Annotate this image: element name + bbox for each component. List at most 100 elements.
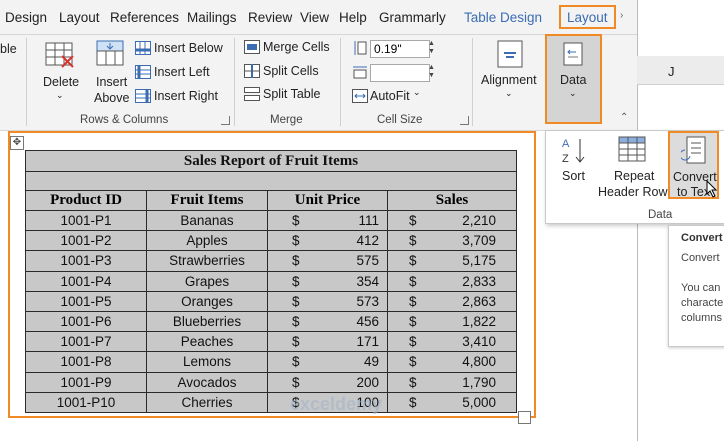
height-spinner-icon[interactable]: ▲ ▼	[428, 40, 438, 56]
tab-grammarly[interactable]: Grammarly	[379, 10, 446, 25]
cell-unit-price[interactable]: $49	[267, 351, 388, 373]
cell-sales[interactable]: $5,175	[387, 250, 517, 272]
tab-review[interactable]: Review	[248, 10, 292, 25]
insert-above-line2[interactable]: Above	[94, 91, 129, 105]
split-table-button[interactable]: Split Table	[263, 87, 320, 101]
repeat-header-rows-icon[interactable]	[618, 135, 648, 170]
split-cells-button[interactable]: Split Cells	[263, 64, 319, 78]
table-row[interactable]: 1001-P4 Grapes $354 $2,833	[25, 270, 517, 292]
cell-unit-price[interactable]: $200	[267, 371, 388, 393]
cell-unit-price[interactable]: $573	[267, 290, 388, 312]
dialog-launcher-icon[interactable]	[221, 116, 230, 125]
insert-left-button[interactable]: Insert Left	[154, 65, 210, 79]
alignment-icon[interactable]	[497, 40, 523, 73]
tab-design[interactable]: Design	[5, 10, 47, 25]
cell-fruit-item[interactable]: Strawberries	[146, 250, 268, 272]
cell-product-id[interactable]: 1001-P10	[25, 391, 147, 413]
cell-fruit-item[interactable]: Grapes	[146, 270, 268, 292]
sort-icon[interactable]: AZ	[560, 135, 588, 170]
table-row[interactable]: 1001-P6 Blueberries $456 $1,822	[25, 310, 517, 333]
chevron-down-icon[interactable]: ⌄	[413, 87, 421, 98]
tab-help[interactable]: Help	[339, 10, 367, 25]
sort-button[interactable]: Sort	[562, 169, 585, 183]
cell-sales[interactable]: $5,000	[387, 391, 517, 413]
table-row[interactable]: 1001-P10 Cherries $100 $5,000	[25, 391, 517, 413]
autofit-button[interactable]: AutoFit	[370, 89, 410, 103]
insert-above-line1[interactable]: Insert	[96, 75, 127, 89]
cell-fruit-item[interactable]: Avocados	[146, 371, 268, 393]
dialog-launcher-icon[interactable]	[460, 116, 469, 125]
insert-below-button[interactable]: Insert Below	[154, 41, 223, 55]
tab-mailings[interactable]: Mailings	[187, 10, 237, 25]
cell-fruit-item[interactable]: Apples	[146, 230, 268, 252]
cell-product-id[interactable]: 1001-P4	[25, 270, 147, 292]
cell-product-id[interactable]: 1001-P8	[25, 351, 147, 373]
tab-table-design[interactable]: Table Design	[464, 10, 542, 25]
repeat-header-line1[interactable]: Repeat	[614, 169, 654, 183]
insert-right-button[interactable]: Insert Right	[154, 89, 218, 103]
sales-report-table[interactable]: Sales Report of Fruit Items Product ID F…	[25, 150, 517, 413]
cell-fruit-item[interactable]: Blueberries	[146, 310, 268, 333]
merge-cells-icon[interactable]	[244, 40, 260, 59]
cell-product-id[interactable]: 1001-P5	[25, 290, 147, 312]
split-table-icon[interactable]	[244, 87, 260, 106]
cell-sales[interactable]: $3,410	[387, 331, 517, 353]
cell-product-id[interactable]: 1001-P2	[25, 230, 147, 252]
alignment-button[interactable]: Alignment	[481, 73, 537, 87]
column-width-input[interactable]	[370, 64, 430, 82]
tab-references[interactable]: References	[110, 10, 179, 25]
table-row[interactable]: 1001-P8 Lemons $49 $4,800	[25, 351, 517, 373]
cell-sales[interactable]: $2,833	[387, 270, 517, 292]
chevron-down-icon[interactable]: ⌄	[56, 90, 64, 101]
merge-cells-button[interactable]: Merge Cells	[263, 40, 330, 54]
row-height-input[interactable]: 0.19"	[370, 40, 430, 58]
autofit-icon[interactable]	[352, 89, 368, 108]
cell-fruit-item[interactable]: Cherries	[146, 391, 268, 413]
split-cells-icon[interactable]	[244, 64, 260, 83]
table-row[interactable]: 1001-P1 Bananas $111 $2,210	[25, 209, 517, 232]
cell-product-id[interactable]: 1001-P7	[25, 331, 147, 353]
cell-sales[interactable]: $1,790	[387, 371, 517, 393]
table-row[interactable]: 1001-P2 Apples $412 $3,709	[25, 230, 517, 252]
cell-fruit-item[interactable]: Oranges	[146, 290, 268, 312]
group-label-rows-columns: Rows & Columns	[80, 114, 169, 126]
cell-fruit-item[interactable]: Lemons	[146, 351, 268, 373]
delete-button[interactable]: Delete	[43, 75, 79, 89]
cell-product-id[interactable]: 1001-P1	[25, 209, 147, 232]
table-row[interactable]: 1001-P3 Strawberries $575 $5,175	[25, 250, 517, 272]
collapse-ribbon-icon[interactable]: ⌃	[620, 112, 628, 123]
table-row[interactable]: 1001-P7 Peaches $171 $3,410	[25, 331, 517, 353]
repeat-header-line2[interactable]: Header Rows	[598, 185, 674, 199]
tab-table-layout[interactable]: Layout	[559, 5, 616, 29]
cell-product-id[interactable]: 1001-P3	[25, 250, 147, 272]
tab-scroll-right-icon[interactable]: ›	[620, 10, 623, 21]
insert-right-icon[interactable]	[135, 89, 151, 108]
cell-unit-price[interactable]: $412	[267, 230, 388, 252]
cell-unit-price[interactable]: $575	[267, 250, 388, 272]
table-row[interactable]: 1001-P9 Avocados $200 $1,790	[25, 371, 517, 393]
cell-unit-price[interactable]: $171	[267, 331, 388, 353]
table-row[interactable]: 1001-P5 Oranges $573 $2,863	[25, 290, 517, 312]
cell-fruit-item[interactable]: Bananas	[146, 209, 268, 232]
cell-unit-price[interactable]: $111	[267, 209, 388, 232]
insert-below-icon[interactable]	[135, 41, 151, 60]
cell-fruit-item[interactable]: Peaches	[146, 331, 268, 353]
insert-left-icon[interactable]	[135, 65, 151, 84]
cell-sales[interactable]: $2,210	[387, 209, 517, 232]
cell-sales[interactable]: $1,822	[387, 310, 517, 333]
cell-sales[interactable]: $3,709	[387, 230, 517, 252]
cell-product-id[interactable]: 1001-P9	[25, 371, 147, 393]
chevron-down-icon[interactable]: ⌄	[505, 88, 513, 99]
insert-above-icon[interactable]	[96, 40, 126, 73]
width-spinner-icon[interactable]: ▲ ▼	[428, 64, 438, 80]
delete-table-icon[interactable]	[45, 42, 75, 73]
cell-unit-price[interactable]: $456	[267, 310, 388, 333]
table-resize-handle-icon[interactable]	[518, 411, 531, 424]
cell-product-id[interactable]: 1001-P6	[25, 310, 147, 333]
tab-layout-page[interactable]: Layout	[59, 10, 100, 25]
data-button[interactable]: Data ⌄	[545, 34, 602, 124]
cell-unit-price[interactable]: $354	[267, 270, 388, 292]
tab-view[interactable]: View	[300, 10, 329, 25]
cell-sales[interactable]: $4,800	[387, 351, 517, 373]
cell-sales[interactable]: $2,863	[387, 290, 517, 312]
